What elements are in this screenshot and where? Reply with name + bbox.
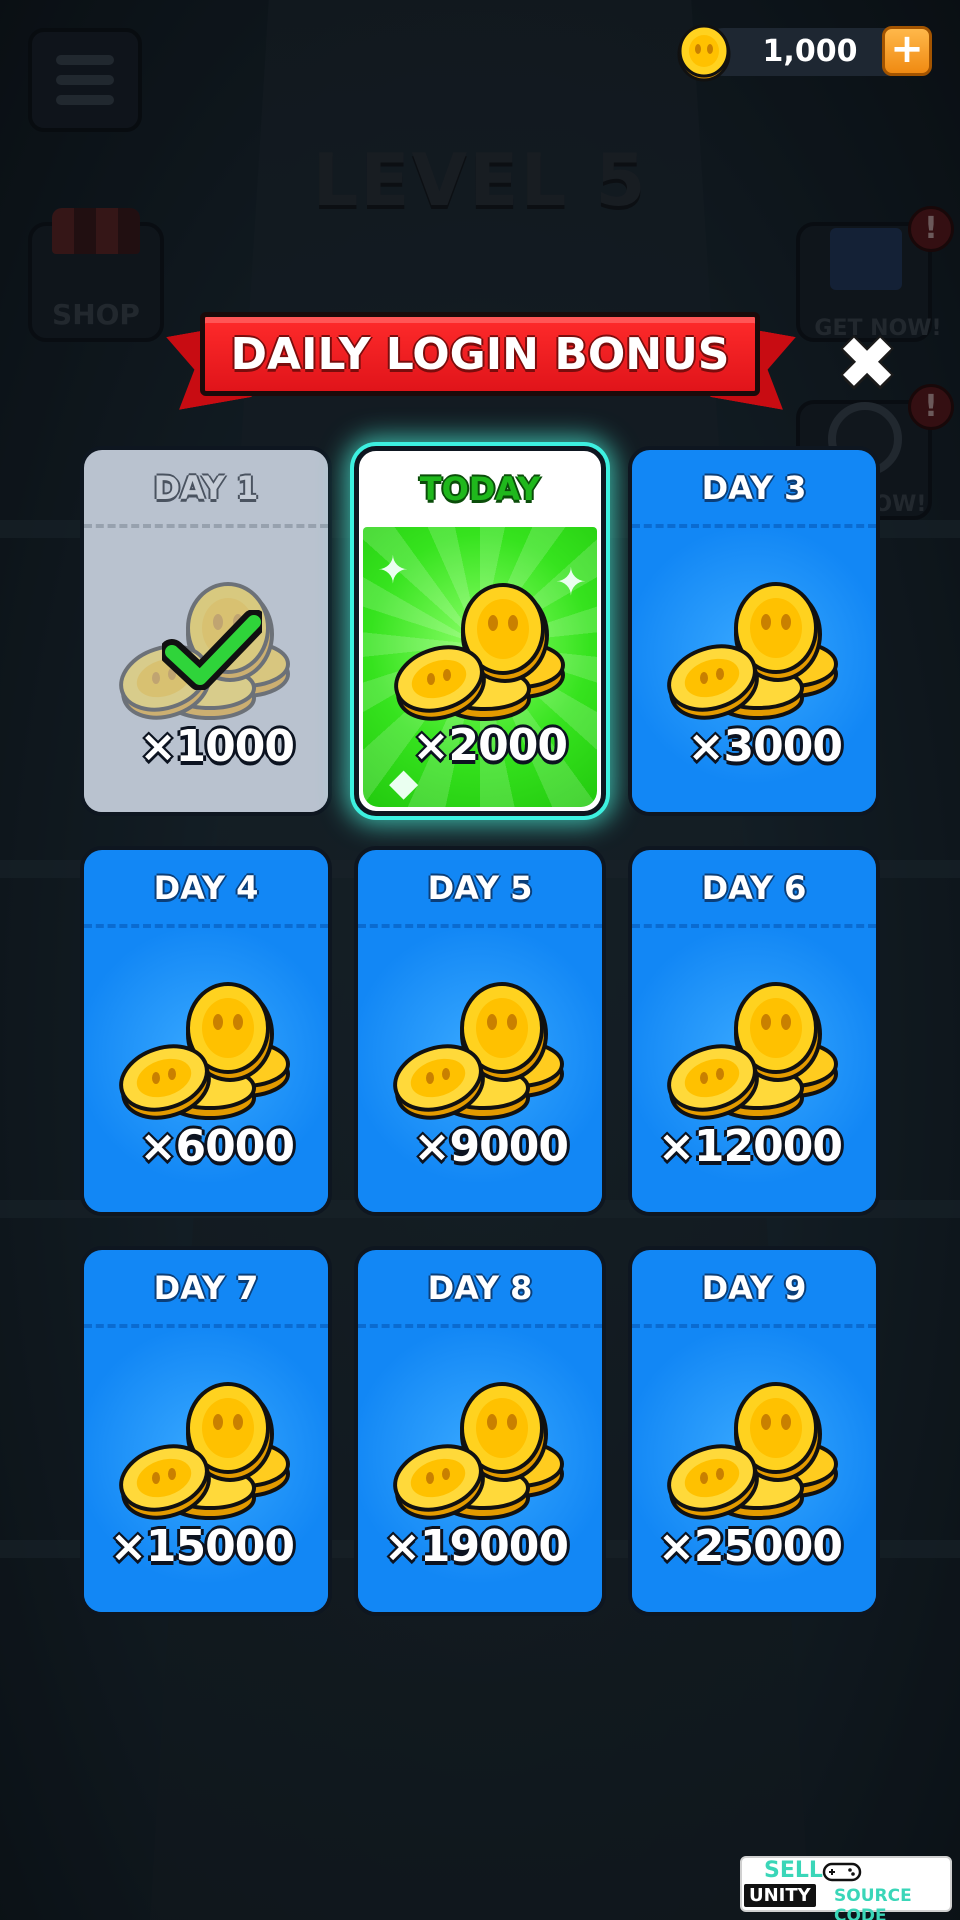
reward-amount: ×19000 [384,1521,569,1572]
day-card[interactable]: DAY 9 ×25000 [628,1246,880,1616]
sparkle-icon: ✦ [377,548,409,592]
sparkle-icon: ✦ [555,560,587,604]
reward-amount: ×9000 [413,1121,569,1172]
reward-amount: ×6000 [139,1121,295,1172]
coin-balance: 1,000 [762,34,858,69]
day-card[interactable]: DAY 5 ×9000 [354,846,606,1216]
day-label: DAY 8 [427,1269,533,1307]
day-card[interactable]: DAY 6 ×12000 [628,846,880,1216]
add-coins-button[interactable]: + [882,26,932,76]
coin-pile-icon [660,978,856,1128]
day-card[interactable]: DAY 3 ×3000 [628,446,880,816]
day-label: DAY 4 [153,869,259,907]
coin-pile-icon [387,579,583,729]
reward-amount: ×12000 [658,1121,843,1172]
coin-icon [677,24,731,82]
watermark-unity: UNITY [744,1884,816,1907]
day-label: TODAY [419,470,541,508]
reward-amount: ×15000 [110,1521,295,1572]
day-label: DAY 6 [701,869,807,907]
close-icon[interactable]: ✖ [830,326,904,400]
watermark-sell: SELL [764,1858,823,1883]
day-label: DAY 9 [701,1269,807,1307]
gamepad-icon [822,1862,862,1882]
watermark-source-code: SOURCE CODE [834,1886,912,1920]
coin-pile-icon [386,1378,582,1528]
day-card[interactable]: DAY 1 ×1000 [80,446,332,816]
coin-pile-icon [660,578,856,728]
sparkle-icon: ◆ [389,760,419,804]
coin-pile-icon [112,1378,308,1528]
reward-amount: ×2000 [412,720,568,771]
day-card[interactable]: TODAY ×2000 ✦ ✦ ◆ [354,446,606,816]
coin-pile-icon [660,1378,856,1528]
reward-amount: ×25000 [658,1521,843,1572]
day-label: DAY 3 [701,469,807,507]
day-label: DAY 5 [427,869,533,907]
day-card[interactable]: DAY 7 ×15000 [80,1246,332,1616]
daily-reward-grid: DAY 1 ×1000 TODAY ×2000 ✦ ✦ ◆ DAY 3 ×300… [80,446,880,1618]
coin-pile-icon [386,978,582,1128]
day-label: DAY 1 [153,469,259,507]
reward-amount: ×3000 [687,721,843,772]
day-card[interactable]: DAY 8 ×19000 [354,1246,606,1616]
day-label: DAY 7 [153,1269,259,1307]
popup-title: DAILY LOGIN BONUS [230,328,730,380]
check-icon [159,609,267,691]
popup-title-banner: DAILY LOGIN BONUS [200,312,760,396]
day-card[interactable]: DAY 4 ×6000 [80,846,332,1216]
reward-amount: ×1000 [139,721,295,772]
coin-pile-icon [112,978,308,1128]
